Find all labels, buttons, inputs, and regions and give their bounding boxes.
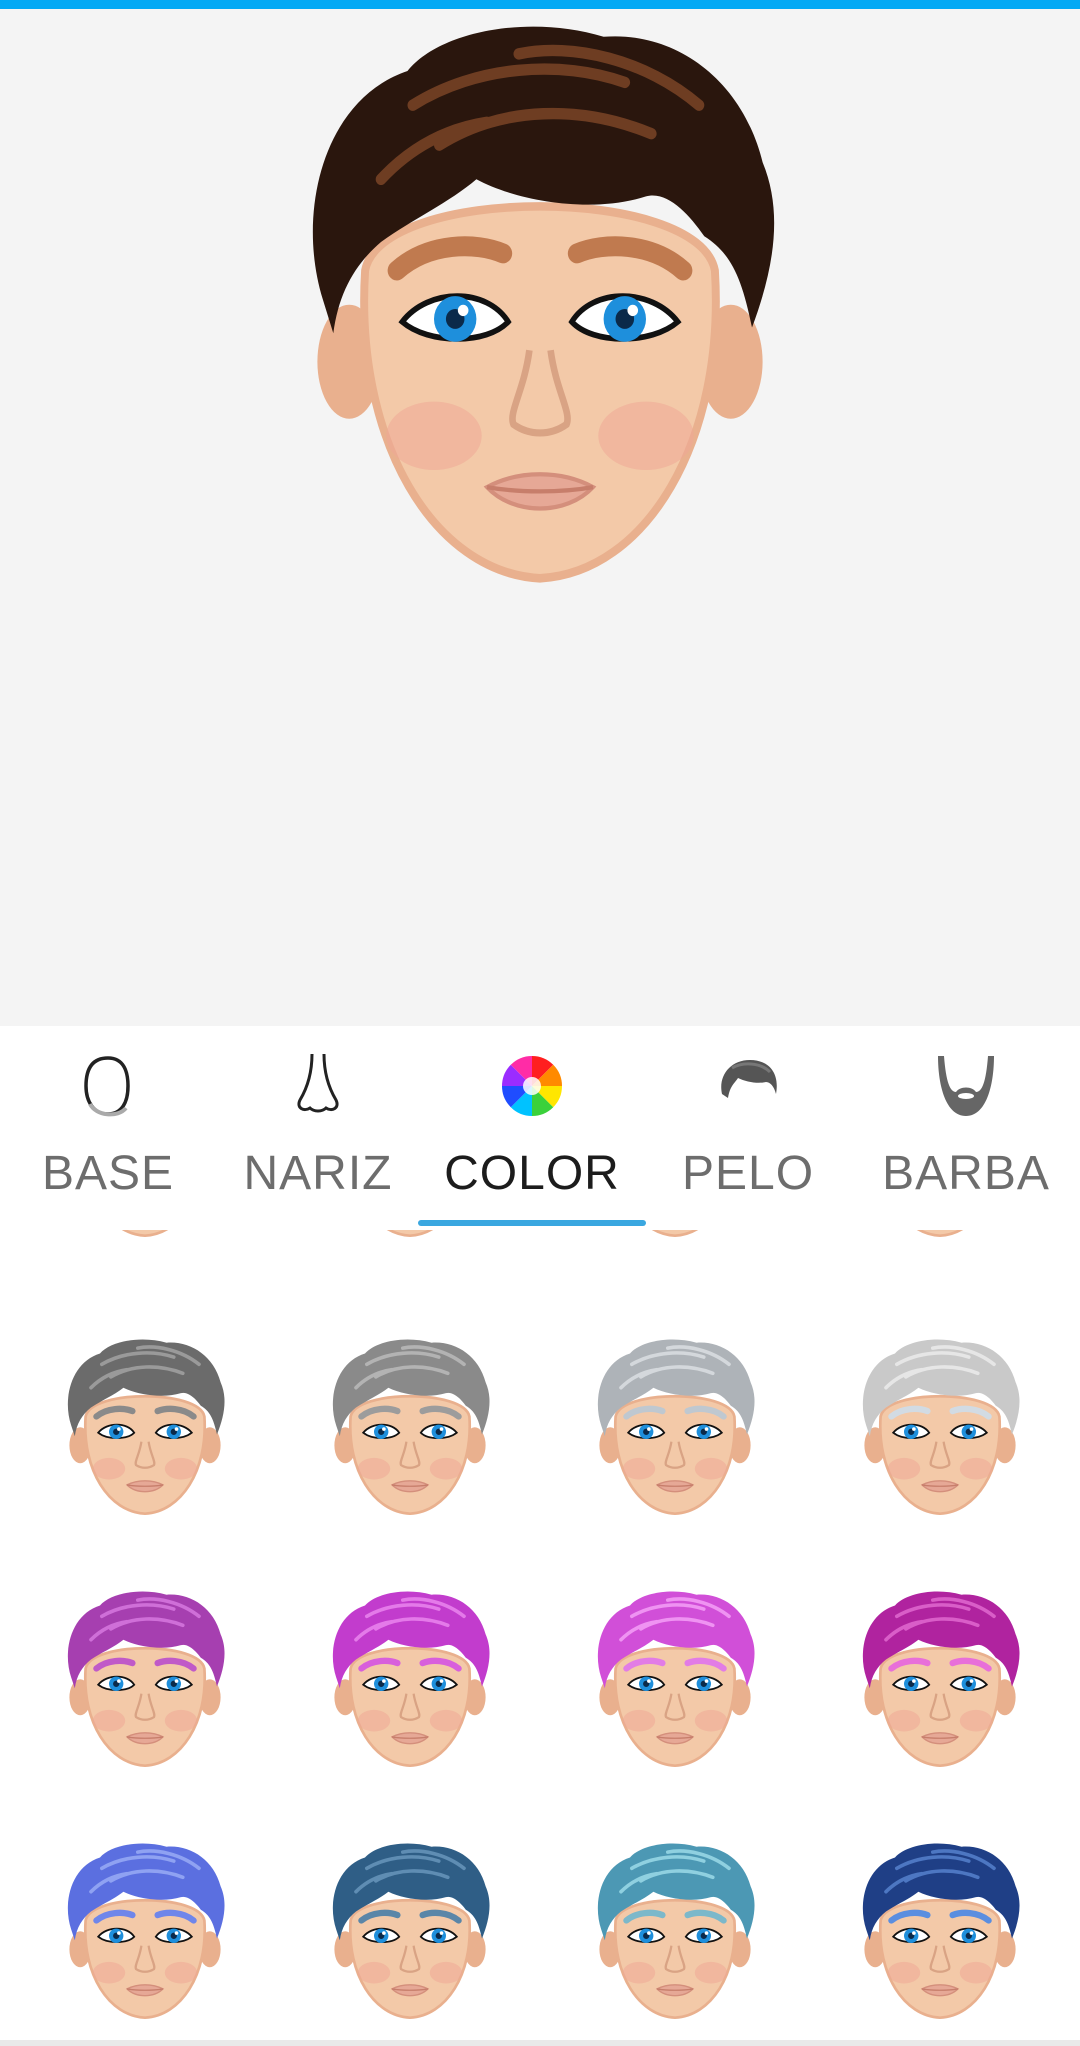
tab-nariz-label: NARIZ xyxy=(243,1147,393,1200)
color-option-face xyxy=(67,1339,225,1516)
avatar-preview xyxy=(0,9,1080,1026)
tab-base[interactable]: BASE xyxy=(0,1026,216,1230)
color-option-face xyxy=(597,1591,755,1768)
color-option[interactable] xyxy=(585,1582,765,1782)
color-option[interactable] xyxy=(850,1834,1030,2034)
face-outline-icon xyxy=(84,1056,130,1117)
color-option[interactable] xyxy=(55,1330,235,1530)
color-option[interactable] xyxy=(850,1330,1030,1530)
color-option[interactable] xyxy=(55,1834,235,2034)
hair-icon xyxy=(721,1060,777,1098)
active-tab-indicator xyxy=(418,1220,646,1226)
tab-barba-label: BARBA xyxy=(882,1147,1050,1200)
beard-icon xyxy=(938,1056,994,1116)
color-option-face xyxy=(862,1843,1020,2020)
color-option-face xyxy=(597,1843,755,2020)
color-option-partial[interactable] xyxy=(55,1230,235,1252)
top-accent-bar xyxy=(0,0,1080,9)
color-option-face xyxy=(862,1591,1020,1768)
tab-color-label: COLOR xyxy=(444,1147,620,1200)
color-option[interactable] xyxy=(850,1582,1030,1782)
tab-base-label: BASE xyxy=(41,1147,175,1200)
color-option-face xyxy=(597,1339,755,1516)
color-option-face xyxy=(67,1843,225,2020)
color-option-partial[interactable] xyxy=(585,1230,765,1252)
tab-barba[interactable]: BARBA xyxy=(858,1026,1074,1230)
tab-color[interactable]: COLOR xyxy=(424,1026,640,1230)
tab-nariz[interactable]: NARIZ xyxy=(210,1026,426,1230)
bottom-edge xyxy=(0,2040,1080,2046)
color-option[interactable] xyxy=(320,1330,500,1530)
color-option[interactable] xyxy=(55,1582,235,1782)
tab-pelo[interactable]: PELO xyxy=(640,1026,856,1230)
color-wheel-icon xyxy=(502,1056,562,1116)
avatar-face xyxy=(312,26,775,583)
color-option[interactable] xyxy=(585,1330,765,1530)
color-option-face xyxy=(862,1339,1020,1516)
nose-icon xyxy=(297,1053,339,1113)
color-option-face xyxy=(332,1843,490,2020)
color-option-face xyxy=(332,1591,490,1768)
color-option[interactable] xyxy=(320,1834,500,2034)
color-option-face xyxy=(67,1591,225,1768)
color-option-face xyxy=(332,1339,490,1516)
tab-pelo-label: PELO xyxy=(681,1147,815,1200)
color-option[interactable] xyxy=(585,1834,765,2034)
color-option-partial[interactable] xyxy=(850,1230,1030,1252)
color-option[interactable] xyxy=(320,1582,500,1782)
category-tabs: BASE NARIZ COLOR PELO BARBA xyxy=(0,1026,1080,1230)
color-option-partial[interactable] xyxy=(320,1230,500,1252)
color-options-grid xyxy=(0,1230,1080,2046)
